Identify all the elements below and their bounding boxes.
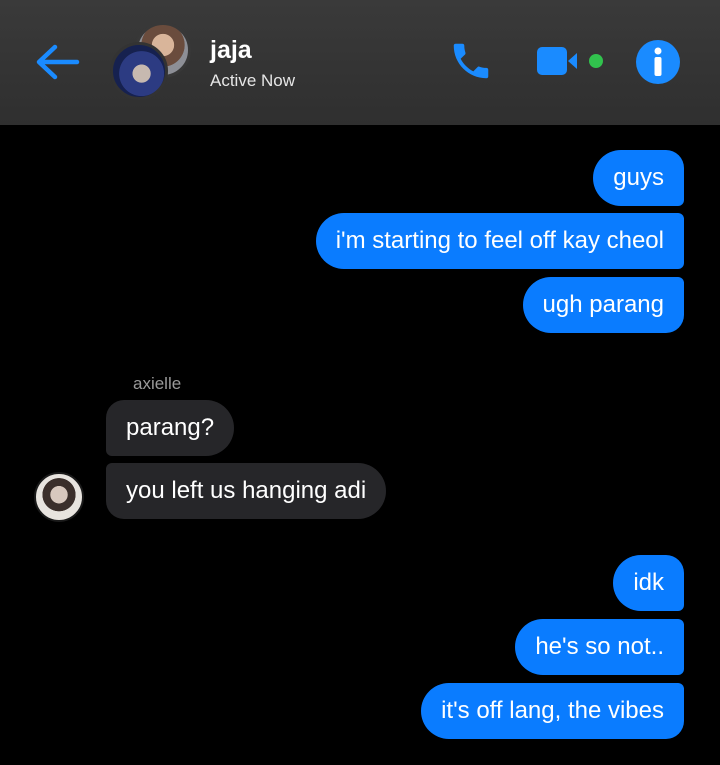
sender-avatar[interactable] bbox=[34, 472, 84, 522]
chat-header: jaja Active Now bbox=[0, 0, 720, 125]
outgoing-message[interactable]: guys bbox=[593, 150, 684, 206]
incoming-message[interactable]: you left us hanging adi bbox=[106, 463, 387, 519]
active-status: Active Now bbox=[210, 71, 296, 90]
info-icon[interactable] bbox=[634, 38, 682, 86]
back-arrow-icon[interactable] bbox=[33, 40, 81, 84]
outgoing-message[interactable]: he's so not.. bbox=[515, 619, 684, 675]
group-avatar[interactable] bbox=[110, 22, 191, 100]
outgoing-message[interactable]: idk bbox=[613, 555, 684, 611]
outgoing-message[interactable]: i'm starting to feel off kay cheol bbox=[315, 213, 684, 269]
sender-name: axielle bbox=[133, 374, 182, 393]
outgoing-message[interactable]: ugh parang bbox=[522, 277, 684, 333]
avatar bbox=[110, 42, 168, 100]
outgoing-message[interactable]: it's off lang, the vibes bbox=[421, 683, 684, 739]
incoming-message[interactable]: parang? bbox=[106, 400, 235, 456]
phone-icon[interactable] bbox=[447, 38, 495, 84]
contact-name[interactable]: jaja bbox=[210, 36, 252, 65]
video-call-icon[interactable] bbox=[535, 44, 605, 78]
